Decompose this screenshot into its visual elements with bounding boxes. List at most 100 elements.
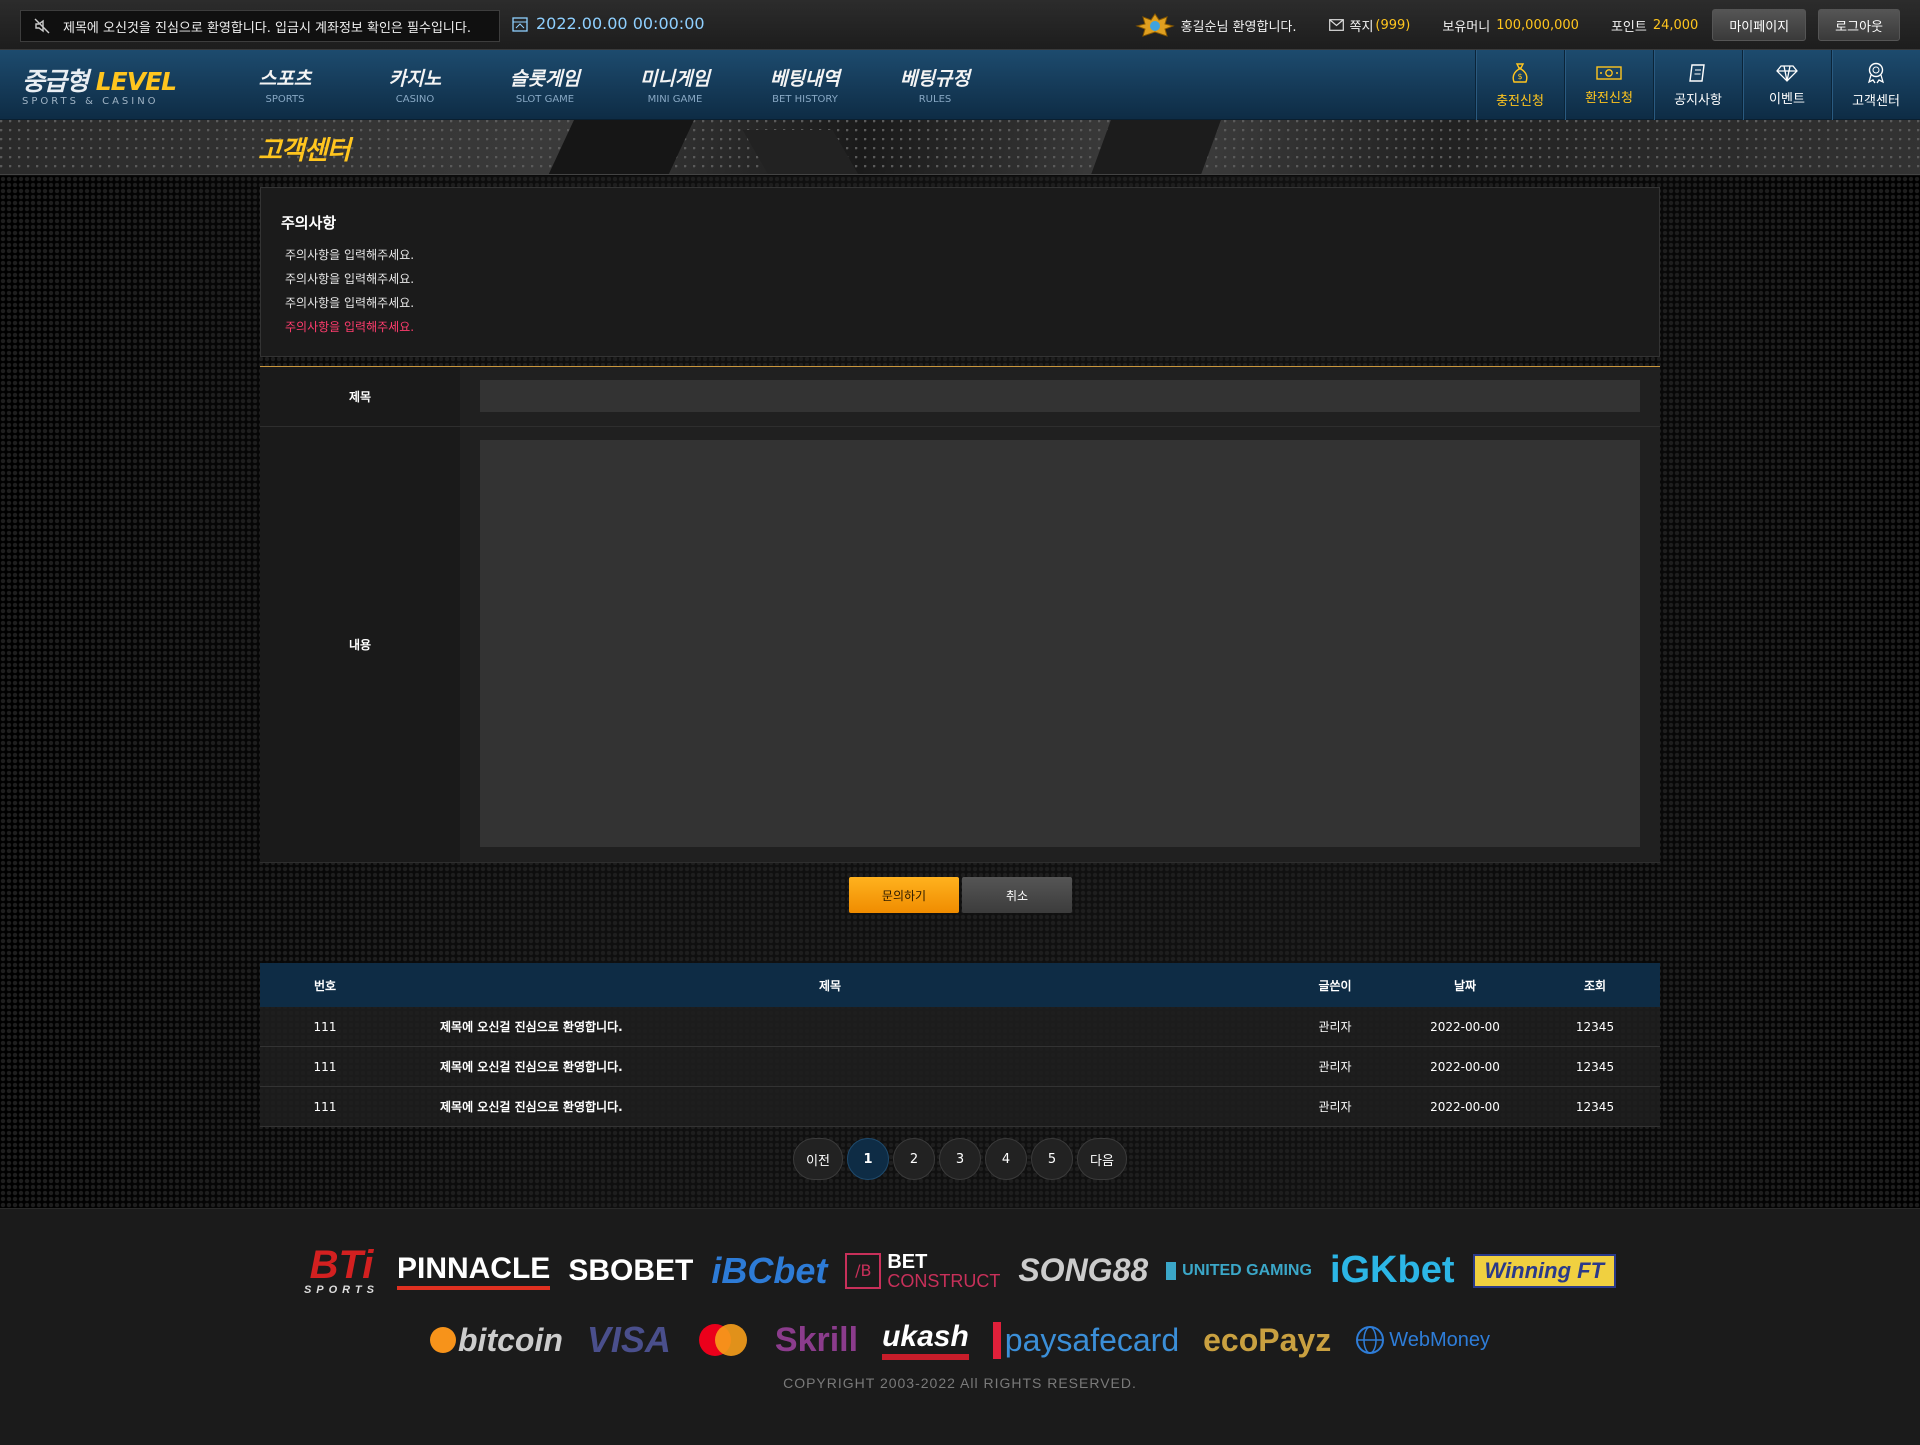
logout-button[interactable]: 로그아웃 <box>1818 9 1900 41</box>
cell-no: 111 <box>313 1099 337 1114</box>
cell-title[interactable]: 제목에 오신걸 진심으로 환영합니다. <box>390 1018 1270 1035</box>
bti-sub: SPORTS <box>303 1284 379 1296</box>
logo-sub: SPORTS & CASINO <box>22 96 159 107</box>
header-title: 제목 <box>818 978 842 993</box>
page-button-5[interactable]: 5 <box>1031 1138 1073 1180</box>
content-label: 내용 <box>260 427 460 862</box>
submit-inquiry-button[interactable]: 문의하기 <box>849 877 959 913</box>
igkbet-logo: iGKbet <box>1329 1249 1455 1291</box>
menu-label: 카지노 <box>388 68 442 90</box>
notice-ticker: 제목에 오신것을 진심으로 환영합니다. 입금시 계좌정보 확인은 필수입니다. <box>20 10 500 42</box>
site-logo[interactable]: 중급형 LEVEL SPORTS & CASINO <box>22 62 177 107</box>
menu-item-slot-game[interactable]: 슬롯게임 SLOT GAME <box>480 50 610 120</box>
content-field-wrap <box>460 427 1660 862</box>
menu-label: 미니게임 <box>640 68 710 90</box>
calendar-icon <box>512 16 528 32</box>
cell-views: 12345 <box>1575 1059 1615 1074</box>
envelope-icon <box>1328 19 1344 31</box>
welcome-text: 홍길순님 환영합니다. <box>1180 19 1297 35</box>
pinnacle-logo: PINNACLE <box>396 1252 551 1290</box>
banner-decoration <box>1087 120 1223 174</box>
content-textarea[interactable] <box>480 440 1640 847</box>
cell-date: 2022-00-00 <box>1430 1059 1500 1074</box>
page-button-1[interactable]: 1 <box>847 1138 889 1180</box>
bitcoin-icon <box>430 1327 456 1353</box>
menu-sublabel: RULES <box>918 94 952 105</box>
diamond-icon <box>1776 64 1798 82</box>
medal-icon <box>1867 62 1885 83</box>
menu-label: 베팅규정 <box>900 68 970 90</box>
point-label: 포인트 <box>1610 19 1647 35</box>
provider-logos: BTi SPORTS PINNACLE SBOBET iBCbet /B BET… <box>0 1245 1920 1296</box>
menu-item-bet-history[interactable]: 베팅내역 BET HISTORY <box>740 50 870 120</box>
cell-date: 2022-00-00 <box>1430 1019 1500 1034</box>
paysafecard-logo: paysafecard <box>992 1321 1179 1359</box>
menu-list: 스포츠 SPORTS 카지노 CASINO 슬롯게임 SLOT GAME 미니게임 MI… <box>220 50 1000 120</box>
cell-writer: 관리자 <box>1318 1100 1352 1114</box>
skrill-logo: Skrill <box>774 1320 859 1359</box>
quick-notice[interactable]: 공지사항 <box>1653 50 1742 120</box>
table-row[interactable]: 111 제목에 오신걸 진심으로 환영합니다. 관리자 2022-00-00 1… <box>260 1007 1660 1047</box>
page-button-2[interactable]: 2 <box>893 1138 935 1180</box>
cell-no: 111 <box>313 1019 337 1034</box>
caution-line-highlight: 주의사항을 입력해주세요. <box>285 320 415 334</box>
point-display: 포인트 24,000 <box>1611 16 1698 35</box>
mypage-button[interactable]: 마이페이지 <box>1712 9 1807 41</box>
cell-title[interactable]: 제목에 오신걸 진심으로 환영합니다. <box>390 1058 1270 1075</box>
inquiry-table: 번호 제목 글쓴이 날짜 조회 111 제목에 오신걸 진심으로 환영합니다. … <box>260 963 1660 1127</box>
next-page-button[interactable]: 다음 <box>1077 1138 1127 1180</box>
cell-title[interactable]: 제목에 오신걸 진심으로 환영합니다. <box>390 1098 1270 1115</box>
subject-input[interactable] <box>480 380 1640 412</box>
caution-title: 주의사항 <box>281 214 337 232</box>
money-label: 보유머니 <box>1442 19 1491 35</box>
form-buttons: 문의하기 취소 <box>849 877 1072 913</box>
pagination: 이전 1 2 3 4 5 다음 <box>0 1138 1920 1180</box>
menu-label: 스포츠 <box>258 68 312 90</box>
cancel-button[interactable]: 취소 <box>962 877 1072 913</box>
menu-item-sports[interactable]: 스포츠 SPORTS <box>220 50 350 120</box>
quick-deposit[interactable]: $ 충전신청 <box>1475 50 1564 120</box>
header-views: 조회 <box>1583 978 1607 993</box>
quick-withdraw[interactable]: 환전신청 <box>1564 50 1653 120</box>
ukash-logo: ukash <box>882 1320 969 1360</box>
page-banner: 고객센터 <box>0 120 1920 175</box>
betconstruct-text: BET <box>887 1250 928 1273</box>
mastercard-logo <box>698 1324 747 1356</box>
banner-decoration <box>742 130 868 174</box>
menu-sublabel: SLOT GAME <box>515 94 575 105</box>
webmoney-logo: WebMoney <box>1355 1325 1490 1355</box>
cell-writer: 관리자 <box>1318 1020 1352 1034</box>
banknote-icon <box>1596 65 1622 80</box>
table-row[interactable]: 111 제목에 오신걸 진심으로 환영합니다. 관리자 2022-00-00 1… <box>260 1087 1660 1127</box>
cell-views: 12345 <box>1575 1099 1615 1114</box>
subject-row: 제목 <box>260 367 1660 427</box>
betconstruct-logo: /B BET CONSTRUCT <box>845 1252 1000 1290</box>
banner-decoration <box>541 120 699 174</box>
menu-item-rules[interactable]: 베팅규정 RULES <box>870 50 1000 120</box>
menu-sublabel: MINI GAME <box>647 94 703 105</box>
menu-item-mini-game[interactable]: 미니게임 MINI GAME <box>610 50 740 120</box>
quick-label: 공지사항 <box>1674 92 1722 108</box>
quick-event[interactable]: 이벤트 <box>1742 50 1831 120</box>
menu-sublabel: BET HISTORY <box>772 94 838 105</box>
copyright: COPYRIGHT 2003-2022 All RIGHTS RESERVED. <box>783 1375 1137 1391</box>
level-medal-icon <box>1134 13 1175 37</box>
page-button-4[interactable]: 4 <box>985 1138 1027 1180</box>
sbobet-logo: SBOBET <box>568 1253 694 1287</box>
clock: 2022.00.00 00:00:00 <box>512 14 705 33</box>
bti-logo: BTi SPORTS <box>304 1245 379 1296</box>
quick-support[interactable]: 고객센터 <box>1831 50 1920 120</box>
page-button-3[interactable]: 3 <box>939 1138 981 1180</box>
caution-line: 주의사항을 입력해주세요. <box>285 296 415 310</box>
logo-level: LEVEL <box>95 67 177 96</box>
menu-label: 베팅내역 <box>770 68 840 90</box>
notebook-icon <box>1689 63 1705 82</box>
message-link[interactable]: 쪽지 (999) <box>1328 16 1410 35</box>
table-row[interactable]: 111 제목에 오신걸 진심으로 환영합니다. 관리자 2022-00-00 1… <box>260 1047 1660 1087</box>
page-title: 고객센터 <box>258 136 351 166</box>
table-header: 번호 제목 글쓴이 날짜 조회 <box>260 963 1660 1007</box>
menu-item-casino[interactable]: 카지노 CASINO <box>350 50 480 120</box>
prev-page-button[interactable]: 이전 <box>793 1138 843 1180</box>
cell-date: 2022-00-00 <box>1430 1099 1500 1114</box>
bitcoin-logo: bitcoin <box>430 1322 563 1359</box>
